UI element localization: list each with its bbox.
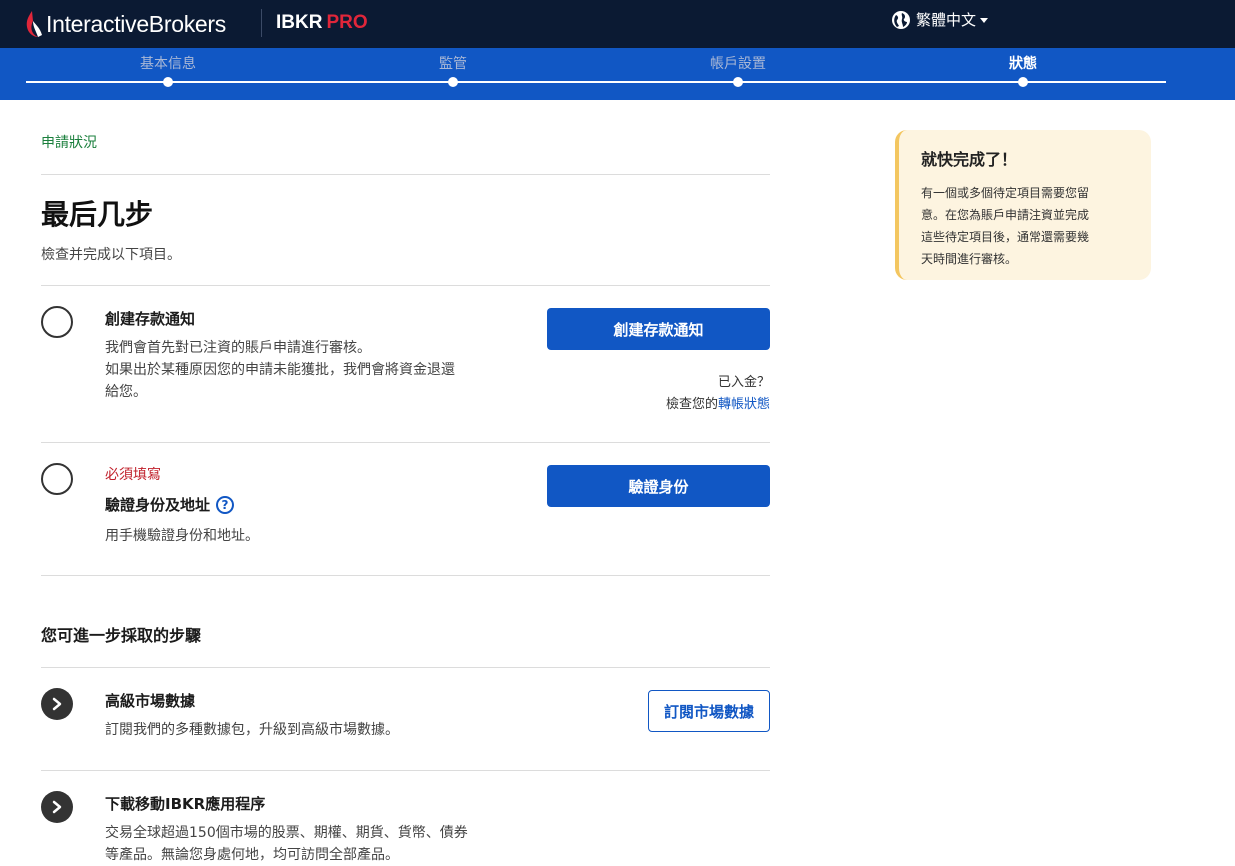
step-dot-regulatory <box>448 77 458 87</box>
brand-name: InteractiveBrokers <box>46 10 226 37</box>
note-body: 有一個或多個待定項目需要您留 意。在您為賬戶申請注資並完成 這些待定項目後，通常… <box>921 182 1129 270</box>
progress-stepper: 基本信息 監管 帳戶設置 狀態 <box>0 48 1235 100</box>
market-data-title: 高級市場數據 <box>105 692 196 710</box>
step-dot-account-setup <box>733 77 743 87</box>
check-prefix: 檢查您的 <box>665 397 718 412</box>
step-status[interactable]: 狀態 <box>943 53 1103 73</box>
chevron-right-glyph <box>52 697 62 711</box>
description-line: 給您。 <box>105 384 147 400</box>
description-line: 等產品。無論您身處何地，均可訪問全部產品。 <box>105 847 399 863</box>
top-bar: InteractiveBrokers IBKR PRO 繁體中文 <box>0 0 1235 48</box>
divider <box>41 575 770 576</box>
step-account-setup[interactable]: 帳戶設置 <box>658 53 818 73</box>
verify-identity-button[interactable]: 驗證身份 <box>547 465 770 507</box>
product-label: IBKR <box>276 12 323 33</box>
note-line: 這些待定項目後，通常還需要幾 <box>921 230 1090 244</box>
note-line: 天時間進行審核。 <box>921 252 1018 266</box>
product-tier: PRO <box>326 12 368 33</box>
chevron-right-icon[interactable] <box>41 791 73 823</box>
note-line: 有一個或多個待定項目需要您留 <box>921 186 1090 200</box>
language-label: 繁體中文 <box>916 11 977 29</box>
task-verify-description: 用手機驗證身份和地址。 <box>105 528 259 544</box>
deposited-help: 已入金？ 檢查您的轉帳狀態 <box>666 372 770 416</box>
chevron-right-glyph <box>52 800 62 814</box>
further-steps-title: 您可進一步採取的步驟 <box>41 626 202 645</box>
step-dot-status <box>1018 77 1028 87</box>
step-regulatory[interactable]: 監管 <box>373 53 533 73</box>
description-line: 我們會首先對已注資的賬戶申請進行審核。 <box>105 340 371 356</box>
breadcrumb: 申請狀況 <box>41 135 97 151</box>
brand-logo-link[interactable]: InteractiveBrokers <box>24 8 226 40</box>
mobile-app-title: 下載移動IBKR應用程序 <box>105 795 266 813</box>
divider <box>41 285 770 286</box>
subscribe-market-data-button[interactable]: 訂閱市場數據 <box>648 690 770 732</box>
almost-done-note: 就快完成了！ 有一個或多個待定項目需要您留 意。在您為賬戶申請注資並完成 這些待… <box>895 130 1151 280</box>
task-deposit-title: 創建存款通知 <box>105 310 196 328</box>
task-verify-title-text: 驗證身份及地址 <box>105 496 211 514</box>
check-transfer-line: 檢查您的轉帳狀態 <box>666 394 770 416</box>
market-data-description: 訂閱我們的多種數據包，升級到高級市場數據。 <box>105 722 399 738</box>
language-selector[interactable]: 繁體中文 <box>891 9 989 30</box>
deposited-question: 已入金？ <box>717 375 770 390</box>
divider <box>41 174 770 175</box>
chevron-down-icon <box>980 18 989 23</box>
description-line: 交易全球超過150個市場的股票、期權、期貨、貨幣、債券 <box>105 825 468 841</box>
task-deposit-description: 我們會首先對已注資的賬戶申請進行審核。 如果出於某種原因您的申請未能獲批，我們會… <box>105 337 515 403</box>
step-basic-info[interactable]: 基本信息 <box>88 53 248 73</box>
chevron-right-icon[interactable] <box>41 688 73 720</box>
page-title: 最后几步 <box>41 198 154 231</box>
step-dot-basic-info <box>163 77 173 87</box>
required-label: 必須填寫 <box>105 467 161 483</box>
divider <box>41 667 770 668</box>
stepper-track <box>26 81 1166 83</box>
note-line: 意。在您為賬戶申請注資並完成 <box>921 208 1090 222</box>
note-title: 就快完成了！ <box>921 150 1018 169</box>
globe-icon <box>892 10 910 29</box>
flame-logo-icon <box>26 11 42 37</box>
page-subtitle: 檢查并完成以下項目。 <box>41 247 181 263</box>
create-deposit-notice-button[interactable]: 創建存款通知 <box>547 308 770 350</box>
product-name: IBKR PRO <box>276 12 368 34</box>
description-line: 如果出於某種原因您的申請未能獲批，我們會將資金退還 <box>105 362 455 378</box>
mobile-app-description: 交易全球超過150個市場的股票、期權、期貨、貨幣、債券 等產品。無論您身處何地，… <box>105 822 515 866</box>
brand-divider <box>261 9 262 37</box>
pending-status-icon <box>41 306 73 338</box>
divider <box>41 770 770 771</box>
help-icon[interactable]: ? <box>216 496 235 514</box>
divider <box>41 442 770 443</box>
transfer-status-link[interactable]: 轉帳狀態 <box>718 397 770 412</box>
task-verify-title: 驗證身份及地址? <box>105 494 235 515</box>
pending-status-icon <box>41 463 73 495</box>
